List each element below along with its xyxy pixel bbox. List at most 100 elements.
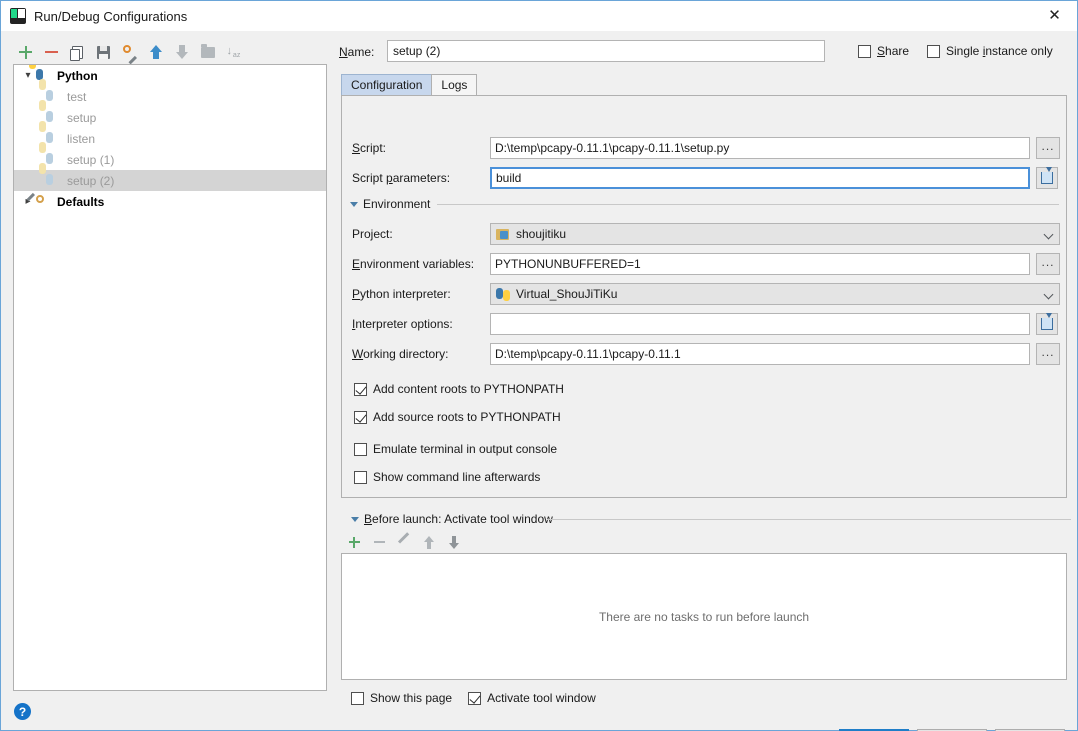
chevron-down-icon xyxy=(1043,289,1054,300)
project-label: Project: xyxy=(352,227,393,241)
remove-configuration-button[interactable] xyxy=(39,40,64,64)
minus-icon xyxy=(45,46,58,59)
arrow-down-icon xyxy=(449,535,460,549)
interpreter-options-label: Interpreter options: xyxy=(352,317,453,331)
before-launch-header[interactable]: Before launch: Activate tool window xyxy=(351,512,553,526)
checkbox-box xyxy=(354,382,367,396)
script-browse-button[interactable]: ... xyxy=(1036,137,1060,159)
wrench-icon xyxy=(26,192,52,210)
share-checkbox[interactable]: Share xyxy=(858,44,909,58)
emulate-terminal-checkbox[interactable]: Emulate terminal in output console xyxy=(354,442,557,456)
python-icon xyxy=(39,162,62,189)
arrow-down-icon xyxy=(175,45,188,59)
tree-node-label: setup xyxy=(67,110,97,125)
tab-logs[interactable]: Logs xyxy=(431,74,478,95)
python-icon xyxy=(496,287,510,301)
project-icon xyxy=(496,228,510,241)
environment-section-label: Environment xyxy=(363,197,431,211)
tree-node-label: Defaults xyxy=(57,194,105,209)
environment-section-header[interactable]: Environment xyxy=(350,197,430,211)
edit-templates-button[interactable] xyxy=(117,40,142,65)
task-move-down-button[interactable] xyxy=(443,531,465,553)
configurations-tree[interactable]: ▾ Python test setup listen setup (1) set… xyxy=(13,64,327,691)
copy-icon xyxy=(70,45,83,61)
before-launch-label: Before launch: Activate tool window xyxy=(364,512,553,526)
checkbox-box xyxy=(354,410,367,424)
add-task-button[interactable] xyxy=(343,531,365,553)
checkbox-box xyxy=(354,442,367,456)
tree-node-python[interactable]: ▾ Python xyxy=(14,65,326,86)
task-move-up-button[interactable] xyxy=(418,531,440,553)
copy-configuration-button[interactable] xyxy=(65,40,90,64)
sort-configurations-button[interactable]: ↓ az xyxy=(221,40,246,64)
script-input[interactable] xyxy=(490,137,1030,159)
add-source-roots-checkbox[interactable]: Add source roots to PYTHONPATH xyxy=(354,410,561,424)
tree-node-defaults[interactable]: ▸ Defaults xyxy=(14,191,326,212)
project-combobox[interactable]: shoujitiku xyxy=(490,223,1060,245)
activate-tool-window-checkbox[interactable]: Activate tool window xyxy=(468,691,596,705)
chevron-down-icon[interactable]: ▾ xyxy=(20,68,36,84)
insert-macro-icon xyxy=(1041,167,1053,184)
edit-task-button[interactable] xyxy=(393,531,415,553)
python-icon xyxy=(39,120,62,147)
minus-icon xyxy=(373,537,385,548)
show-command-line-checkbox[interactable]: Show command line afterwards xyxy=(354,470,540,484)
single-instance-label: Single instance only xyxy=(946,44,1053,58)
wrench-icon xyxy=(122,45,137,65)
python-interpreter-label: Python interpreter: xyxy=(352,287,451,301)
help-icon[interactable]: ? xyxy=(14,703,31,720)
chevron-down-icon xyxy=(1043,229,1054,240)
dialog-body: ↓ az ▾ Python test setup listen setup (1… xyxy=(1,31,1077,731)
name-input[interactable] xyxy=(387,40,825,62)
tree-node-setup-1[interactable]: setup (1) xyxy=(14,141,326,170)
environment-variables-browse-button[interactable]: ... xyxy=(1036,253,1060,275)
python-interpreter-combobox[interactable]: Virtual_ShouJiTiKu xyxy=(490,283,1060,305)
run-debug-configurations-dialog: Run/Debug Configurations ✕ ↓ az ▾ Python xyxy=(0,0,1078,731)
tab-configuration[interactable]: Configuration xyxy=(341,74,433,95)
checkbox-label: Add content roots to PYTHONPATH xyxy=(373,382,564,396)
checkbox-label: Activate tool window xyxy=(487,691,596,705)
create-folder-button[interactable] xyxy=(195,40,220,64)
tree-node-setup-2[interactable]: setup (2) xyxy=(14,162,326,191)
arrow-up-icon xyxy=(149,45,162,59)
show-this-page-checkbox[interactable]: Show this page xyxy=(351,691,452,705)
script-parameters-input[interactable] xyxy=(490,167,1030,189)
environment-variables-label: Environment variables: xyxy=(352,257,475,271)
checkbox-box xyxy=(927,44,940,58)
name-label: Name: xyxy=(339,45,375,59)
folder-icon xyxy=(200,43,215,58)
save-configuration-button[interactable] xyxy=(91,40,116,64)
working-directory-label: Working directory: xyxy=(352,347,449,361)
tab-bar: Configuration Logs xyxy=(341,74,478,95)
before-launch-separator xyxy=(547,519,1071,520)
plus-icon xyxy=(348,536,360,548)
remove-task-button[interactable] xyxy=(368,531,390,553)
interpreter-options-macro-button[interactable] xyxy=(1036,313,1058,335)
before-launch-toolbar xyxy=(343,531,465,553)
interpreter-options-input[interactable] xyxy=(490,313,1030,335)
environment-variables-input[interactable] xyxy=(490,253,1030,275)
before-launch-task-list[interactable]: There are no tasks to run before launch xyxy=(341,553,1067,680)
tree-node-test[interactable]: test xyxy=(14,78,326,107)
script-parameters-macro-button[interactable] xyxy=(1036,167,1058,189)
python-interpreter-value: Virtual_ShouJiTiKu xyxy=(516,287,618,301)
share-label: Share xyxy=(877,44,910,58)
working-directory-input[interactable] xyxy=(490,343,1030,365)
insert-macro-icon xyxy=(1041,313,1053,330)
tree-node-setup[interactable]: setup xyxy=(14,99,326,128)
working-directory-browse-button[interactable]: ... xyxy=(1036,343,1060,365)
tree-node-label: setup (2) xyxy=(67,173,115,188)
close-icon[interactable]: ✕ xyxy=(1032,1,1077,30)
checkbox-label: Add source roots to PYTHONPATH xyxy=(373,410,561,424)
add-configuration-button[interactable] xyxy=(13,40,38,64)
move-up-button[interactable] xyxy=(143,40,168,64)
configurations-toolbar: ↓ az xyxy=(13,39,327,65)
single-instance-checkbox[interactable]: Single instance only xyxy=(927,44,1053,58)
move-down-button[interactable] xyxy=(169,40,194,64)
sort-icon: ↓ az xyxy=(226,45,241,60)
add-content-roots-checkbox[interactable]: Add content roots to PYTHONPATH xyxy=(354,382,564,396)
python-icon xyxy=(39,99,62,126)
tree-node-listen[interactable]: listen xyxy=(14,120,326,149)
window-title: Run/Debug Configurations xyxy=(34,8,188,24)
python-icon xyxy=(39,141,62,168)
